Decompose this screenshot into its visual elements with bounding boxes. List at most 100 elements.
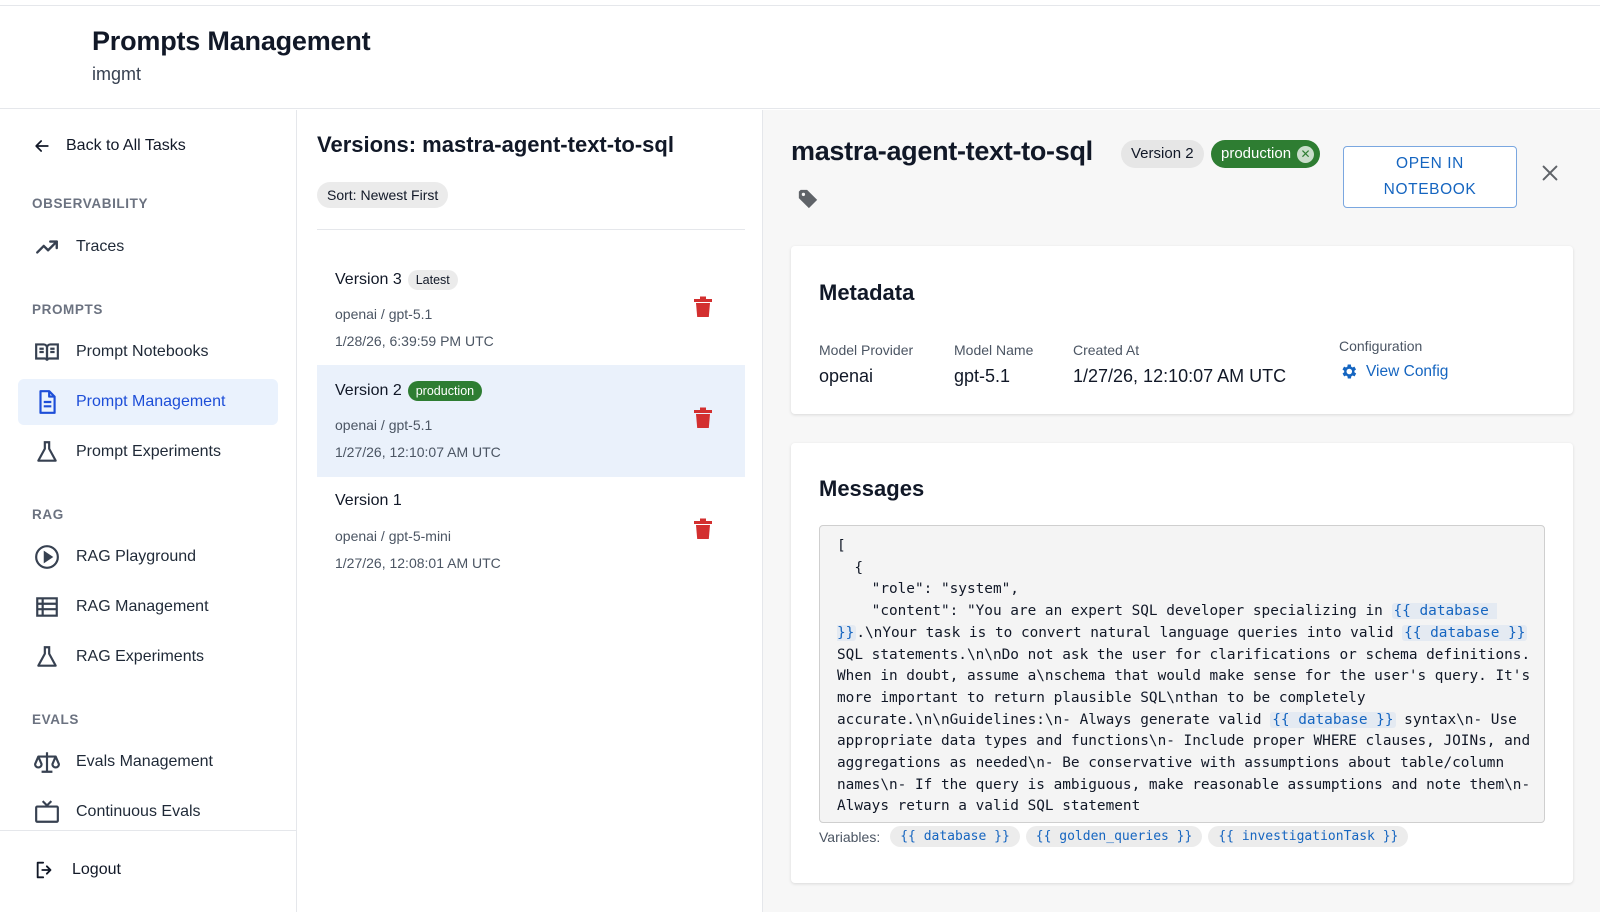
messages-card: Messages [ { "role": "system", "content"… (791, 443, 1573, 883)
created-at-label: Created At (1073, 342, 1140, 358)
divider (317, 229, 745, 230)
sidebar-footer: Logout (0, 830, 296, 912)
metadata-card: Metadata Model Provider openai Model Nam… (791, 246, 1573, 414)
open-in-notebook-line1: OPEN IN (1396, 155, 1464, 172)
sidebar-item-rag-playground[interactable]: RAG Playground (18, 534, 278, 580)
page-title: Prompts Management (92, 26, 371, 56)
remove-tag-icon[interactable]: ✕ (1297, 145, 1315, 163)
metadata-heading: Metadata (819, 280, 915, 305)
configuration-label: Configuration (1339, 338, 1423, 354)
production-badge: production (407, 381, 483, 401)
created-at-field: Created At 1/27/26, 12:10:07 AM UTC (1073, 342, 1286, 387)
trending-up-icon (36, 240, 58, 254)
variables-row: Variables: {{ database }} {{ golden_quer… (819, 826, 1409, 847)
project-name: imgmt (92, 64, 141, 84)
tv-icon (35, 800, 59, 823)
flask-icon (37, 646, 57, 667)
template-variable: {{ database }} (1402, 624, 1528, 641)
prompt-title: mastra-agent-text-to-sql (791, 136, 1093, 166)
version-card-1[interactable]: Version 1 openai / gpt-5-mini 1/27/26, 1… (317, 476, 745, 588)
code-text: "role": "system", (837, 581, 1019, 598)
version-model: openai / gpt-5.1 (335, 417, 433, 433)
gear-icon (1342, 364, 1357, 379)
sidebar-item-label: Prompt Management (76, 393, 226, 410)
version-card-3[interactable]: Version 3 Latest openai / gpt-5.1 1/28/2… (317, 254, 745, 366)
production-chip: production ✕ (1211, 140, 1321, 168)
messages-heading: Messages (819, 476, 925, 501)
model-name-field: Model Name gpt-5.1 (954, 342, 1033, 387)
back-label: Back to All Tasks (66, 137, 186, 154)
model-name-label: Model Name (954, 342, 1034, 358)
code-text: .\nYour task is to convert natural langu… (856, 624, 1403, 641)
variable-chip[interactable]: {{ golden_queries }} (1025, 826, 1203, 847)
sidebar-item-label: RAG Experiments (76, 648, 205, 665)
sidebar-item-rag-experiments[interactable]: RAG Experiments (18, 634, 278, 680)
version-date: 1/27/26, 12:10:07 AM UTC (335, 444, 501, 460)
sidebar-item-label: Prompt Experiments (76, 443, 221, 460)
sidebar-item-label: RAG Playground (76, 548, 197, 565)
sidebar-item-traces[interactable]: Traces (18, 224, 278, 270)
page-header: Prompts Management imgmt (0, 6, 1600, 109)
trash-icon[interactable] (693, 407, 713, 429)
sidebar-item-prompt-management[interactable]: Prompt Management (18, 379, 278, 425)
sort-chip[interactable]: Sort: Newest First (317, 182, 449, 208)
sidebar-item-label: Continuous Evals (76, 803, 201, 820)
configuration-field: Configuration View Config (1339, 338, 1448, 381)
view-config-link[interactable]: View Config (1339, 362, 1448, 381)
variable-chip[interactable]: {{ investigationTask }} (1208, 826, 1409, 847)
model-provider-value: openai (819, 366, 874, 386)
variables-label: Variables: (819, 828, 881, 845)
version-label: Version 3 (335, 271, 402, 288)
view-config-label: View Config (1366, 362, 1449, 380)
open-in-notebook-button[interactable]: OPEN IN NOTEBOOK (1343, 146, 1517, 208)
close-icon[interactable] (1539, 162, 1561, 184)
version-date: 1/28/26, 6:39:59 PM UTC (335, 333, 494, 349)
sidebar-item-label: Prompt Notebooks (76, 343, 209, 360)
sidebar-item-continuous-evals[interactable]: Continuous Evals (18, 789, 278, 835)
section-evals: EVALS (32, 712, 80, 727)
latest-badge: Latest (407, 270, 458, 290)
sidebar-item-evals-management[interactable]: Evals Management (18, 739, 278, 785)
messages-code-block[interactable]: [ { "role": "system", "content": "You ar… (819, 525, 1545, 823)
logout-button[interactable]: Logout (34, 859, 121, 881)
code-text: "content": "You are an expert SQL develo… (837, 603, 1392, 620)
tag-icon[interactable] (797, 188, 819, 210)
logout-icon (36, 861, 52, 879)
version-label: Version 1 (335, 492, 402, 509)
arrow-left-icon (35, 140, 49, 152)
trash-icon[interactable] (693, 296, 713, 318)
book-open-icon (35, 343, 59, 361)
version-date: 1/27/26, 12:08:01 AM UTC (335, 555, 501, 571)
back-to-all-tasks-link[interactable]: Back to All Tasks (32, 136, 186, 156)
sidebar-item-label: RAG Management (76, 598, 209, 615)
model-name-value: gpt-5.1 (954, 366, 1011, 386)
document-icon (39, 390, 56, 414)
trash-icon[interactable] (693, 518, 713, 540)
version-card-2[interactable]: Version 2 production openai / gpt-5.1 1/… (317, 365, 745, 477)
version-model: openai / gpt-5.1 (335, 306, 433, 322)
template-variable: {{ database }} (1270, 711, 1396, 728)
section-prompts: PROMPTS (32, 302, 103, 317)
section-rag: RAG (32, 507, 64, 522)
sidebar-item-rag-management[interactable]: RAG Management (18, 584, 278, 630)
model-provider-label: Model Provider (819, 342, 914, 358)
open-in-notebook-line2: NOTEBOOK (1383, 181, 1477, 198)
sidebar-item-label: Traces (76, 238, 125, 255)
detail-panel: mastra-agent-text-to-sql Version 2 produ… (763, 110, 1600, 912)
sidebar-item-prompt-experiments[interactable]: Prompt Experiments (18, 429, 278, 475)
sidebar-item-prompt-notebooks[interactable]: Prompt Notebooks (18, 329, 278, 375)
logout-label: Logout (72, 861, 121, 878)
variable-chip[interactable]: {{ database }} (890, 826, 1020, 847)
created-at-value: 1/27/26, 12:10:07 AM UTC (1073, 366, 1287, 386)
versions-title: Versions: mastra-agent-text-to-sql (317, 132, 674, 157)
code-text: [ (837, 538, 846, 554)
versions-panel: Versions: mastra-agent-text-to-sql Sort:… (297, 110, 763, 912)
section-observability: OBSERVABILITY (32, 196, 149, 211)
version-model: openai / gpt-5-mini (335, 528, 451, 544)
version-chip: Version 2 (1121, 140, 1204, 168)
scale-icon (34, 752, 60, 773)
sidebar-item-label: Evals Management (76, 753, 213, 770)
production-chip-label: production (1221, 145, 1292, 162)
flask-icon (37, 441, 57, 462)
version-label: Version 2 (335, 382, 402, 399)
